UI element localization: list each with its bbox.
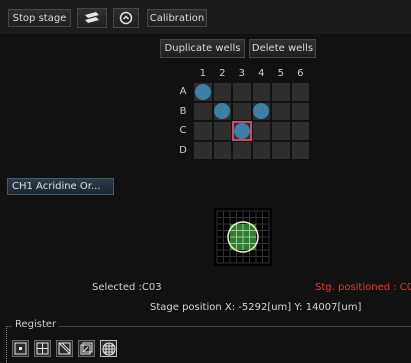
well-a3[interactable] [232,82,252,102]
stage-tool-button[interactable] [77,8,107,28]
well-a2[interactable] [212,82,232,102]
register-group-border [6,326,411,327]
tiled-field-icon [216,210,270,264]
register-multi-point-button[interactable] [34,340,51,357]
image-stack-icon [80,342,93,355]
row-label: B [179,105,187,117]
single-point-icon [14,342,27,355]
well-b4[interactable] [251,101,271,121]
target-icon [119,11,133,25]
column-label: 2 [219,68,226,79]
selected-well-text: Selected :C03 [92,282,162,293]
register-group-label: Register [12,319,60,330]
register-group-left-edge [6,326,7,363]
well-d2[interactable] [212,140,232,160]
area-select-icon [58,342,71,355]
well-a4[interactable] [251,82,271,102]
well-a6[interactable] [290,82,310,102]
row-label: C [179,125,187,136]
register-area-button[interactable] [56,340,73,357]
column-label: 4 [258,68,265,79]
well-d5[interactable] [271,140,291,160]
sample-marker [253,103,270,120]
well-d3[interactable] [232,140,252,160]
tiled-circle-icon [102,342,115,355]
column-label: 6 [297,68,304,79]
well-b1[interactable] [193,101,213,121]
grid-points-icon [36,342,49,355]
well-c4[interactable] [251,121,271,141]
stop-stage-button[interactable]: Stop stage [8,9,71,27]
stage-tilt-icon [85,12,99,23]
stage-position-readout: Stage position X: -5292[um] Y: 14007[um] [150,302,362,313]
register-tiled-button[interactable] [100,340,117,357]
calibration-button[interactable]: Calibration [147,9,207,27]
well-b5[interactable] [271,101,291,121]
well-b6[interactable] [290,101,310,121]
column-label: 3 [238,68,245,79]
home-stage-button[interactable] [113,8,139,28]
well-c6[interactable] [290,121,310,141]
well-c3[interactable] [232,121,252,141]
field-preview [214,208,272,266]
well-c2[interactable] [212,121,232,141]
well-b2[interactable] [212,101,232,121]
well-a1[interactable] [193,82,213,102]
well-c5[interactable] [271,121,291,141]
delete-wells-button[interactable]: Delete wells [249,39,316,58]
well-d4[interactable] [251,140,271,160]
register-image-button[interactable] [78,340,95,357]
stage-positioned-text: Stg. positioned : C03 [315,282,411,293]
row-label: D [179,144,187,156]
well-d1[interactable] [193,140,213,160]
row-label: A [179,86,187,97]
sample-marker [194,83,211,100]
well-c1[interactable] [193,121,213,141]
well-b3[interactable] [232,101,252,121]
sample-marker [233,122,250,139]
column-label: 5 [277,68,284,79]
duplicate-wells-button[interactable]: Duplicate wells [160,39,245,58]
column-label: 1 [199,68,206,79]
well-d6[interactable] [290,140,310,160]
channel-selector-button[interactable]: CH1 Acridine Or... [7,178,114,195]
well-a5[interactable] [271,82,291,102]
register-single-point-button[interactable] [12,340,29,357]
sample-marker [214,103,231,120]
